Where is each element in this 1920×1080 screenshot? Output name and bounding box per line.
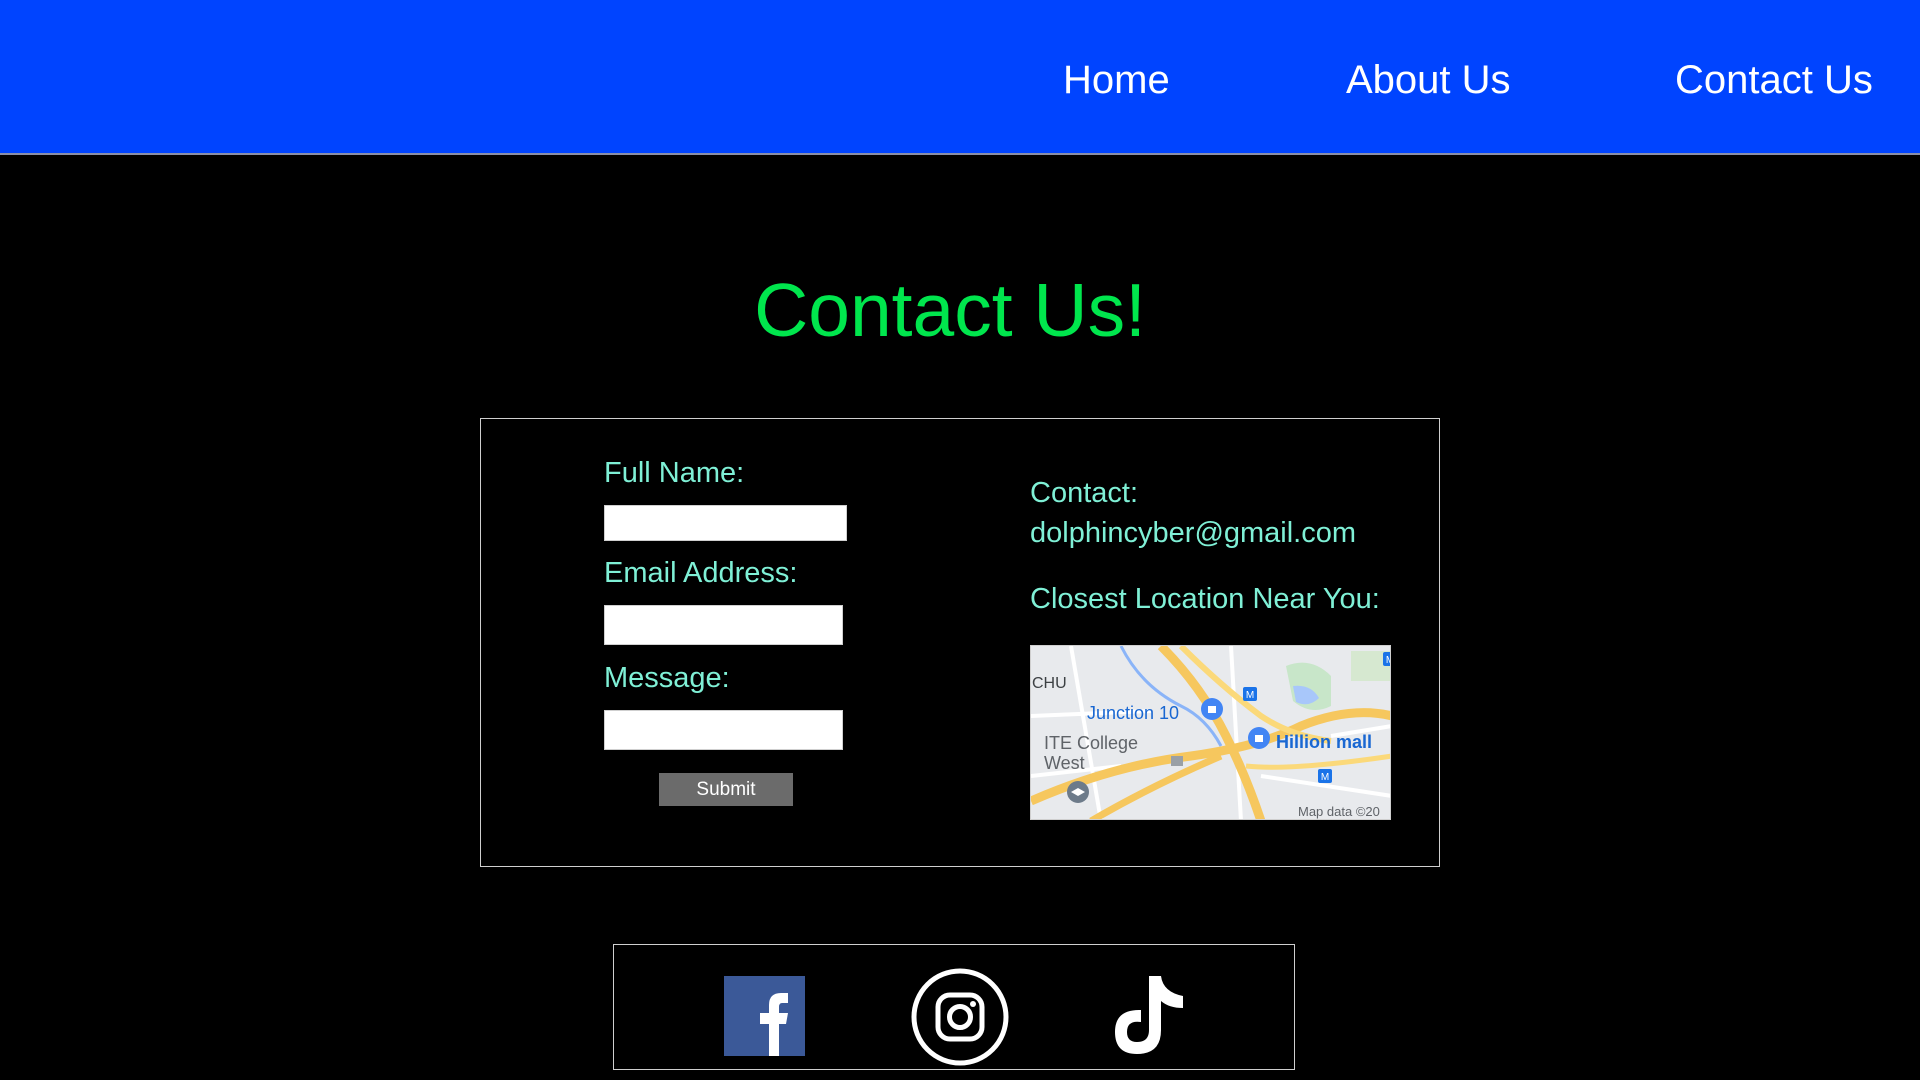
mall-pin-icon: [1248, 727, 1270, 749]
instagram-icon[interactable]: [911, 968, 1009, 1066]
email-address-input[interactable]: [604, 605, 843, 645]
junction-pin-icon: [1201, 698, 1223, 720]
svg-text:M: M: [1246, 690, 1254, 701]
email-address-label: Email Address:: [604, 557, 798, 589]
full-name-input[interactable]: [604, 505, 847, 541]
message-label: Message:: [604, 662, 730, 694]
contact-card: Full Name: Email Address: Message: Submi…: [480, 418, 1440, 867]
svg-text:M: M: [1386, 655, 1391, 666]
metro-marker-icon: M: [1243, 687, 1257, 701]
map-label-college-line2: West: [1044, 753, 1085, 773]
tiktok-icon[interactable]: [1111, 974, 1189, 1056]
social-links-bar: [613, 944, 1295, 1070]
contact-email: dolphincyber@gmail.com: [1030, 517, 1357, 549]
contact-label: Contact:: [1030, 477, 1138, 509]
metro-marker-icon: M: [1383, 652, 1391, 666]
map-label-mall: Hillion mall: [1276, 732, 1372, 752]
nav-link-contact-us[interactable]: Contact Us: [1675, 52, 1873, 108]
nav-link-home[interactable]: Home: [1063, 52, 1170, 108]
map-label-district: CHU: [1032, 675, 1067, 692]
page: Home About Us Contact Us Contact Us! Ful…: [0, 0, 1920, 1080]
map-attribution: Map data ©20: [1298, 804, 1380, 819]
college-pin-icon: [1067, 781, 1089, 803]
facebook-icon[interactable]: [724, 976, 805, 1056]
full-name-label: Full Name:: [604, 457, 745, 489]
nav-link-about-us[interactable]: About Us: [1346, 52, 1511, 108]
metro-marker-icon: M: [1318, 769, 1332, 783]
top-nav-bar: Home About Us Contact Us: [0, 0, 1920, 155]
map-graphic: M M M CHU Junction 10 ITE College West H…: [1031, 646, 1391, 819]
submit-button[interactable]: Submit: [659, 773, 793, 806]
map-label-college-line1: ITE College: [1044, 733, 1138, 753]
svg-text:M: M: [1321, 772, 1329, 783]
message-input[interactable]: [604, 710, 843, 750]
location-map[interactable]: M M M CHU Junction 10 ITE College West H…: [1030, 645, 1391, 820]
page-title: Contact Us!: [754, 268, 1146, 352]
closest-location-label: Closest Location Near You:: [1030, 583, 1380, 615]
map-label-junction: Junction 10: [1087, 703, 1179, 723]
